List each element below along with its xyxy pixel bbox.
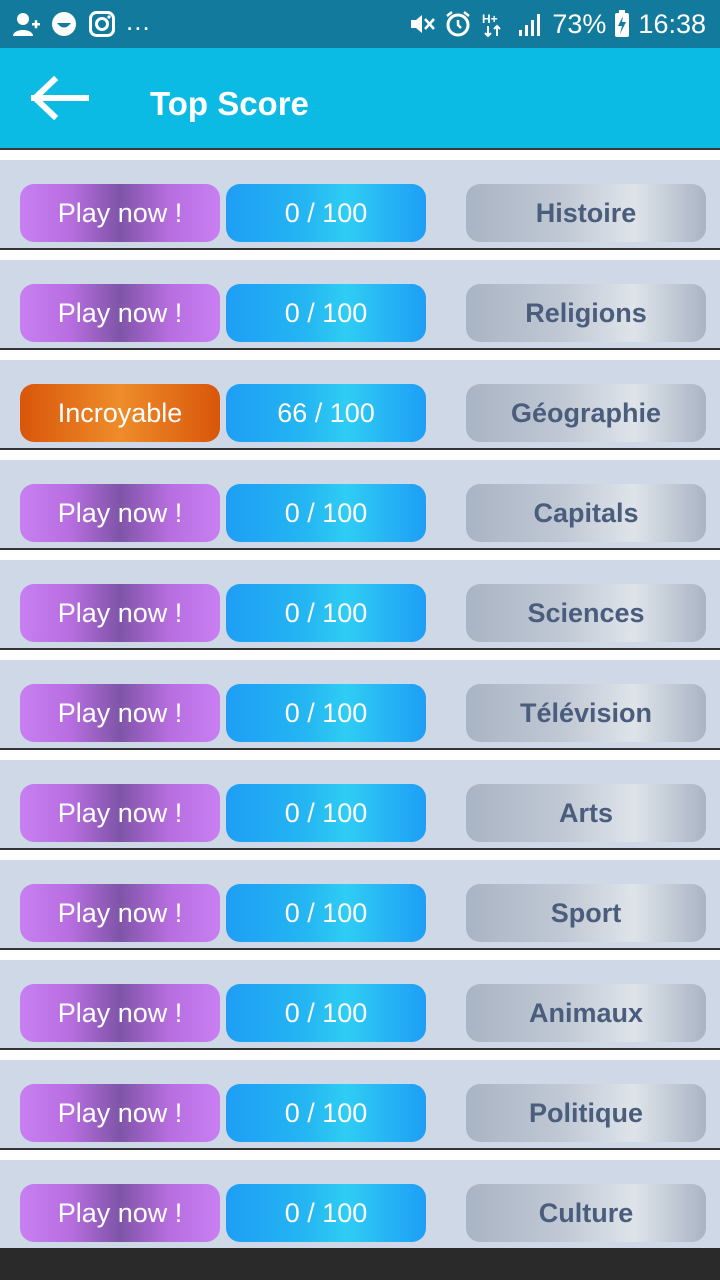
score-badge: 0 / 100 [226, 284, 426, 342]
category-label: Religions [466, 284, 706, 342]
play-now-button[interactable]: Play now ! [20, 784, 220, 842]
back-button[interactable] [30, 75, 90, 121]
category-label: Histoire [466, 184, 706, 242]
more-notifications-text: ... [126, 5, 151, 36]
system-status-area: H+ 73% 16:38 [408, 8, 706, 40]
score-row: Play now ! 0 / 100 Histoire [0, 150, 720, 250]
network-hplus-icon: H+ [482, 12, 502, 38]
play-now-button[interactable]: Play now ! [20, 184, 220, 242]
score-row: Play now ! 0 / 100 Sport [0, 850, 720, 950]
score-badge: 0 / 100 [226, 1184, 426, 1242]
app-bar: Top Score [0, 48, 720, 148]
play-now-button[interactable]: Play now ! [20, 1084, 220, 1142]
page-title: Top Score [150, 85, 309, 122]
add-contact-icon [13, 13, 40, 36]
row-spacer [0, 850, 720, 860]
score-badge: 0 / 100 [226, 984, 426, 1042]
row-spacer [0, 150, 720, 160]
row-spacer [0, 1150, 720, 1160]
score-row: Play now ! 0 / 100 Politique [0, 1050, 720, 1150]
row-spacer [0, 750, 720, 760]
status-bar: ... H+ 73% 16:38 [0, 0, 720, 48]
svg-text:H+: H+ [482, 12, 498, 26]
play-now-button[interactable]: Play now ! [20, 484, 220, 542]
score-row: Play now ! 0 / 100 Religions [0, 250, 720, 350]
system-navigation-bar [0, 1248, 720, 1280]
category-label: Capitals [466, 484, 706, 542]
category-label: Sport [466, 884, 706, 942]
category-label: Animaux [466, 984, 706, 1042]
score-badge: 0 / 100 [226, 784, 426, 842]
score-badge: 0 / 100 [226, 884, 426, 942]
mute-vibrate-icon [411, 15, 436, 33]
battery-charging-icon [615, 10, 630, 37]
score-badge: 0 / 100 [226, 184, 426, 242]
category-label: Politique [466, 1084, 706, 1142]
score-row: Play now ! 0 / 100 Capitals [0, 450, 720, 550]
category-label: Sciences [466, 584, 706, 642]
notification-area: ... [12, 6, 151, 38]
play-now-button[interactable]: Play now ! [20, 584, 220, 642]
play-now-button[interactable]: Play now ! [20, 284, 220, 342]
row-spacer [0, 650, 720, 660]
category-label: Arts [466, 784, 706, 842]
alarm-icon [446, 11, 471, 37]
score-row: Play now ! 0 / 100 Arts [0, 750, 720, 850]
clock: 16:38 [638, 8, 706, 39]
category-label: Géographie [466, 384, 706, 442]
score-row: Play now ! 0 / 100 Télévision [0, 650, 720, 750]
row-spacer [0, 550, 720, 560]
category-label: Culture [466, 1184, 706, 1242]
score-row: Incroyable 66 / 100 Géographie [0, 350, 720, 450]
row-spacer [0, 1050, 720, 1060]
play-now-button[interactable]: Play now ! [20, 984, 220, 1042]
arrow-left-icon [30, 75, 89, 121]
score-badge: 0 / 100 [226, 684, 426, 742]
achievement-button[interactable]: Incroyable [20, 384, 220, 442]
row-spacer [0, 450, 720, 460]
row-spacer [0, 350, 720, 360]
row-spacer [0, 950, 720, 960]
score-row: Play now ! 0 / 100 Culture [0, 1150, 720, 1250]
signal-icon [519, 14, 541, 36]
score-row: Play now ! 0 / 100 Animaux [0, 950, 720, 1050]
category-label: Télévision [466, 684, 706, 742]
instagram-icon [89, 11, 115, 37]
score-badge: 0 / 100 [226, 484, 426, 542]
play-now-button[interactable]: Play now ! [20, 884, 220, 942]
score-row: Play now ! 0 / 100 Sciences [0, 550, 720, 650]
emoji-icon [52, 12, 76, 36]
score-badge: 0 / 100 [226, 1084, 426, 1142]
battery-percent: 73% [552, 8, 607, 39]
row-spacer [0, 250, 720, 260]
score-badge: 66 / 100 [226, 384, 426, 442]
play-now-button[interactable]: Play now ! [20, 684, 220, 742]
score-badge: 0 / 100 [226, 584, 426, 642]
play-now-button[interactable]: Play now ! [20, 1184, 220, 1242]
